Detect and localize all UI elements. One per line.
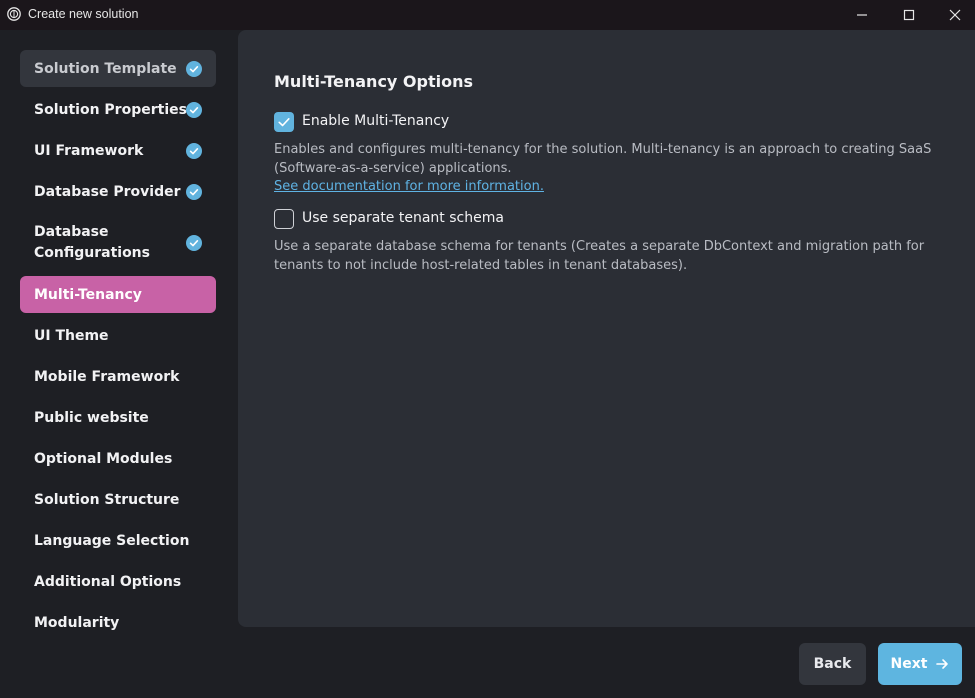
sidebar-item-database-provider[interactable]: Database Provider (20, 173, 216, 210)
options-panel: Multi-Tenancy Options Enable Multi-Tenan… (238, 30, 975, 627)
checkmark-icon (278, 118, 290, 127)
sidebar-item-solution-properties[interactable]: Solution Properties (20, 91, 216, 128)
sidebar-item-language-selection[interactable]: Language Selection (20, 522, 216, 559)
next-button-label: Next (890, 656, 928, 672)
sidebar-item-modularity[interactable]: Modularity (20, 604, 216, 641)
sidebar-item-label: Modularity (34, 614, 120, 631)
sidebar-item-label: Mobile Framework (34, 368, 180, 385)
sidebar-item-label: UI Framework (34, 142, 144, 159)
page-title: Multi-Tenancy Options (274, 72, 474, 91)
window-title: Create new solution (28, 7, 139, 21)
separate-tenant-schema-checkbox[interactable] (274, 209, 294, 229)
sidebar-item-label: Solution Structure (34, 491, 180, 508)
sidebar-item-multi-tenancy[interactable]: Multi-Tenancy (20, 276, 216, 313)
sidebar-item-label: Optional Modules (34, 450, 173, 467)
sidebar-item-label: Database Provider (34, 183, 181, 200)
title-bar: Create new solution (0, 0, 975, 30)
separate-tenant-schema-label[interactable]: Use separate tenant schema (302, 210, 504, 226)
minimize-button[interactable] (839, 0, 885, 30)
arrow-right-icon (936, 659, 949, 669)
maximize-icon (903, 9, 915, 21)
check-circle-icon (186, 60, 202, 77)
multi-tenancy-description: Enables and configures multi-tenancy for… (274, 142, 932, 176)
sidebar-item-public-website[interactable]: Public website (20, 399, 216, 436)
sidebar-item-label: Solution Properties (34, 101, 187, 118)
next-button[interactable]: Next (878, 643, 962, 685)
back-button-label: Back (813, 656, 852, 672)
separate-schema-description: Use a separate database schema for tenan… (274, 239, 925, 273)
sidebar-item-mobile-framework[interactable]: Mobile Framework (20, 358, 216, 395)
sidebar-item-ui-framework[interactable]: UI Framework (20, 132, 216, 169)
sidebar-item-database-configurations[interactable]: Database Configurations (20, 217, 216, 269)
enable-multi-tenancy-label[interactable]: Enable Multi-Tenancy (302, 113, 449, 129)
sidebar-item-additional-options[interactable]: Additional Options (20, 563, 216, 600)
check-circle-icon (186, 235, 202, 251)
check-circle-icon (186, 183, 202, 200)
wizard-steps-sidebar: Solution Template Solution Properties UI… (0, 30, 238, 698)
sidebar-item-solution-structure[interactable]: Solution Structure (20, 481, 216, 518)
close-icon (949, 9, 961, 21)
check-circle-icon (186, 101, 202, 118)
sidebar-item-ui-theme[interactable]: UI Theme (20, 317, 216, 354)
close-window-button[interactable] (932, 0, 975, 30)
sidebar-item-label: Additional Options (34, 573, 182, 590)
sidebar-item-label: Database Configurations (34, 224, 150, 261)
sidebar-item-label: Multi-Tenancy (34, 286, 142, 303)
enable-multi-tenancy-checkbox[interactable] (274, 112, 294, 132)
sidebar-item-label: UI Theme (34, 327, 109, 344)
sidebar-item-label: Language Selection (34, 532, 190, 549)
abp-logo-icon (7, 7, 21, 21)
check-circle-icon (186, 142, 202, 159)
sidebar-item-solution-template[interactable]: Solution Template (20, 50, 216, 87)
back-button[interactable]: Back (799, 643, 866, 685)
sidebar-item-optional-modules[interactable]: Optional Modules (20, 440, 216, 477)
minimize-icon (857, 14, 867, 16)
sidebar-item-label: Solution Template (34, 60, 177, 77)
documentation-link[interactable]: See documentation for more information. (274, 179, 544, 194)
sidebar-item-label: Public website (34, 409, 149, 426)
maximize-button[interactable] (886, 0, 932, 30)
